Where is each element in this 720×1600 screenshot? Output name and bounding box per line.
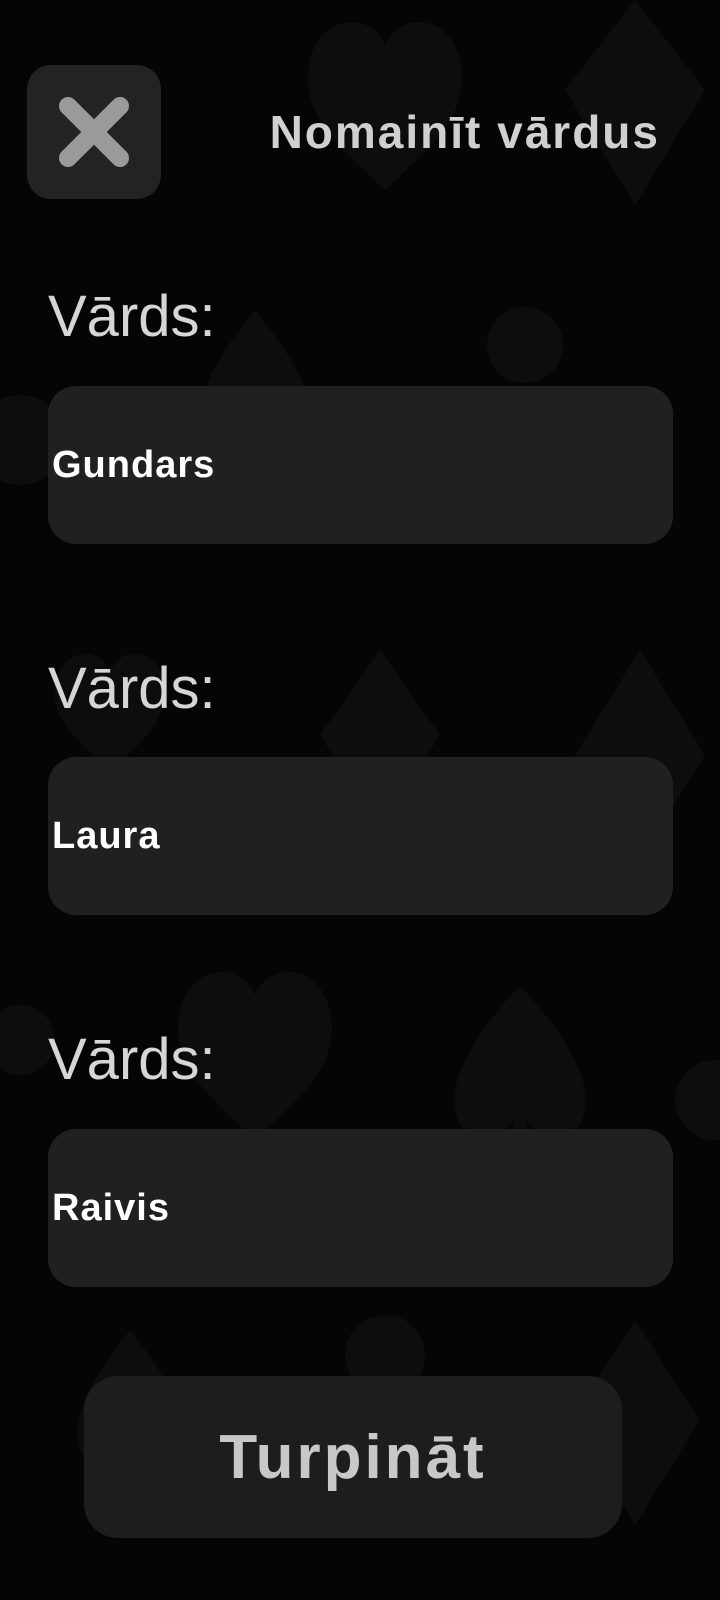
- club-suit-shape: [0, 1005, 55, 1075]
- club-suit-shape: [675, 1060, 720, 1140]
- name-label-2: Vārds:: [48, 656, 216, 721]
- name-label-3: Vārds:: [48, 1027, 216, 1092]
- page-title: Nomainīt vārdus: [269, 106, 660, 158]
- club-suit-shape: [487, 307, 563, 383]
- change-names-screen: Nomainīt vārdus Vārds: Vārds: Vārds: Tur…: [0, 0, 720, 1600]
- player-name-input-2[interactable]: [48, 757, 673, 915]
- name-label-1: Vārds:: [48, 284, 216, 349]
- close-button[interactable]: [27, 65, 161, 199]
- spade-suit-shape: [454, 985, 586, 1150]
- continue-button[interactable]: Turpināt: [84, 1376, 622, 1538]
- player-name-input-1[interactable]: [48, 386, 673, 544]
- close-x-icon: [59, 97, 129, 167]
- player-name-input-3[interactable]: [48, 1129, 673, 1287]
